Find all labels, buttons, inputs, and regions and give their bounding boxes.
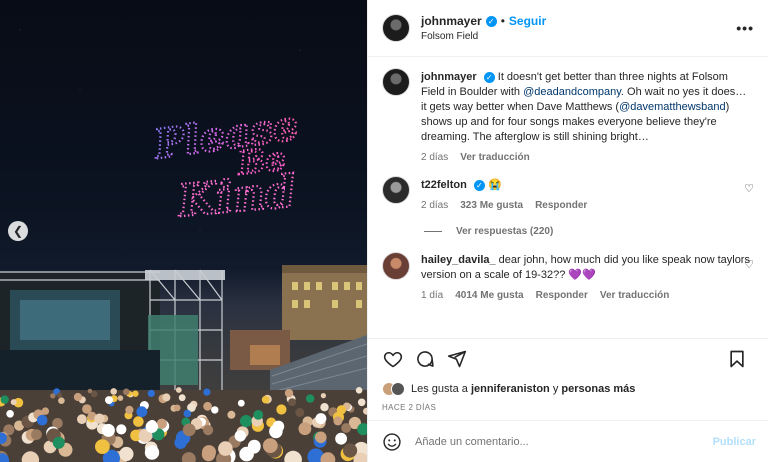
likes-prefix: Les gusta a [411, 383, 471, 395]
avatar[interactable] [382, 68, 410, 96]
avatar[interactable] [382, 252, 410, 280]
bookmark-icon[interactable] [726, 348, 748, 370]
post-image[interactable]: Please Be Kind ❮ [0, 0, 367, 462]
post-panel: johnmayer ✓ • Seguir Folsom Field ••• jo… [367, 0, 768, 462]
translate-link[interactable]: Ver traducción [460, 152, 529, 163]
post-window: Please Be Kind ❮ johnmayer ✓ • Seguir Fo… [0, 0, 768, 462]
comment-composer: Publicar [368, 420, 768, 462]
comment-author[interactable]: hailey_davila_ [421, 254, 496, 266]
reply-button[interactable]: Responder [535, 200, 587, 211]
caption-author[interactable]: johnmayer [421, 71, 477, 83]
stadium-scene [0, 265, 367, 462]
heart-icon[interactable]: ♡ [744, 258, 754, 271]
likes-summary: Les gusta a jenniferaniston y personas m… [368, 378, 768, 400]
separator: • [500, 14, 505, 28]
caption: johnmayer ✓ It doesn't get better than t… [382, 68, 754, 163]
liked-by-user[interactable]: jenniferaniston [471, 383, 550, 395]
drone-light-show: Please Be Kind [149, 101, 302, 229]
comment-time[interactable]: 1 día [421, 290, 443, 301]
chevron-left-icon: ❮ [12, 224, 24, 238]
view-replies-button[interactable]: Ver respuestas (220) [424, 226, 754, 237]
more-icon[interactable]: ••• [736, 20, 754, 36]
comment-likes[interactable]: 4014 Me gusta [455, 290, 523, 301]
author-username[interactable]: johnmayer [421, 14, 482, 28]
comment-likes[interactable]: 323 Me gusta [460, 200, 523, 211]
comment: t22felton ✓ 😭 2 días 323 Me gusta Respon… [382, 176, 754, 211]
comment-author[interactable]: t22felton [421, 179, 467, 191]
avatar[interactable] [382, 14, 410, 42]
mention-link[interactable]: @deadandcompany [523, 86, 621, 98]
comment-icon[interactable] [414, 348, 436, 370]
follow-button[interactable]: Seguir [509, 14, 546, 28]
verified-icon: ✓ [483, 72, 495, 83]
comment: hailey_davila_ dear john, how much did y… [382, 252, 754, 301]
comment-input[interactable] [415, 435, 675, 448]
publish-button[interactable]: Publicar [713, 436, 756, 448]
comment-text: 😭 [487, 179, 502, 191]
avatar[interactable] [382, 176, 410, 204]
heart-icon[interactable] [382, 348, 404, 370]
emoji-icon[interactable] [382, 432, 402, 452]
comment-time[interactable]: 2 días [421, 200, 448, 211]
comments-list: johnmayer ✓ It doesn't get better than t… [368, 57, 768, 338]
post-header: johnmayer ✓ • Seguir Folsom Field ••• [368, 0, 768, 57]
view-replies-label: Ver respuestas (220) [456, 226, 554, 237]
verified-icon: ✓ [473, 180, 485, 191]
location-link[interactable]: Folsom Field [421, 31, 546, 42]
action-bar [368, 338, 768, 378]
heart-icon[interactable]: ♡ [744, 182, 754, 195]
caption-time[interactable]: 2 días [421, 152, 448, 163]
translate-link[interactable]: Ver traducción [600, 290, 669, 301]
likes-others-link[interactable]: personas más [561, 383, 635, 395]
mention-link[interactable]: @davematthewsband [619, 101, 726, 113]
drone-word-3: Kind [174, 166, 298, 227]
verified-icon: ✓ [485, 15, 497, 27]
share-icon[interactable] [446, 348, 468, 370]
divider [424, 231, 442, 232]
post-timestamp[interactable]: HACE 2 DÍAS [368, 400, 768, 420]
avatar [391, 382, 405, 396]
likes-connector: y [549, 383, 562, 395]
reply-button[interactable]: Responder [536, 290, 588, 301]
carousel-prev-button[interactable]: ❮ [8, 221, 28, 241]
